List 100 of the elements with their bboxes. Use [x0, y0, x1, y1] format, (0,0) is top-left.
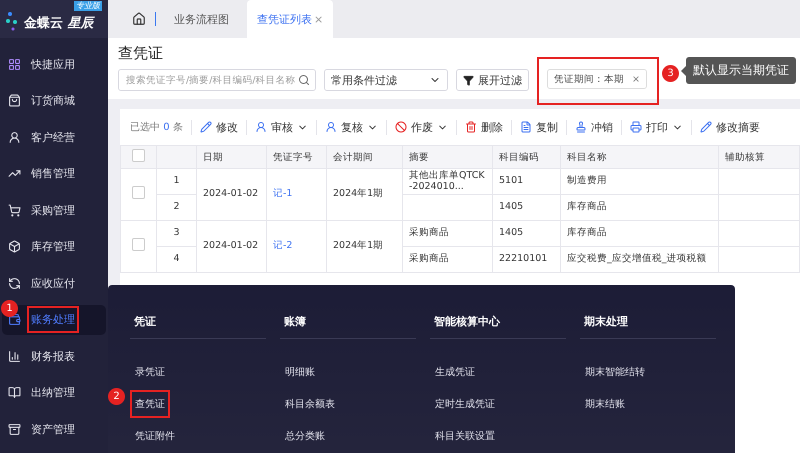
table-cell: 1 — [156, 168, 196, 194]
checkbox[interactable] — [132, 238, 145, 252]
menu-heading: 账簿 — [280, 310, 416, 339]
table-cell: 库存商品 — [560, 194, 718, 220]
user-icon — [324, 121, 337, 133]
cycle-icon — [8, 276, 21, 290]
brand-name: 金蝶云 星辰 — [24, 15, 94, 32]
column-header: 凭证字号 — [266, 146, 326, 168]
document-icon — [520, 121, 532, 133]
menu-heading: 期末处理 — [580, 310, 716, 339]
cart-icon — [8, 204, 21, 217]
stamp-icon — [574, 121, 587, 133]
table-cell: 库存商品 — [560, 220, 718, 246]
book-icon — [8, 386, 21, 400]
toolbar-button[interactable]: 复核 — [316, 120, 386, 134]
column-header: 摘要 — [402, 146, 492, 168]
table-cell: 其他出库单QTCK-2024010... — [402, 168, 492, 194]
page-title: 查凭证 — [118, 44, 164, 63]
user-icon — [8, 130, 21, 144]
table-cell: 1405 — [492, 194, 560, 220]
menu-item[interactable]: 期末智能结转 — [580, 358, 650, 386]
menu-item[interactable]: 科目余额表 — [280, 390, 340, 418]
filter-icon — [463, 74, 474, 86]
checkbox[interactable] — [132, 149, 145, 162]
search-icon — [298, 74, 310, 86]
toolbar-button[interactable]: 审核 — [246, 120, 316, 134]
search-field[interactable]: 搜索凭证字号/摘要/科目编码/科目名称 — [118, 69, 316, 91]
bar-chart-icon — [8, 350, 21, 363]
table-cell: 22210101 — [492, 246, 560, 272]
home-icon — [132, 12, 146, 26]
sidebar-item[interactable]: 快捷应用 — [2, 49, 106, 80]
column-header: 会计期间 — [326, 146, 402, 168]
toolbar-button[interactable]: 修改摘要 — [690, 120, 768, 134]
menu-item[interactable]: 定时生成凭证 — [430, 390, 500, 418]
selection-count: 已选中 0 条 — [130, 120, 184, 134]
sidebar-item[interactable]: 库存管理 — [2, 232, 106, 262]
table-cell: 1405 — [492, 220, 560, 246]
menu-item[interactable]: 录凭证 — [130, 358, 170, 386]
sidebar-item[interactable]: 出纳管理 — [2, 378, 106, 408]
table-cell: 2024年1期 — [326, 168, 402, 220]
pencil-icon — [200, 121, 212, 133]
voucher-link[interactable]: 记-1 — [266, 168, 326, 220]
trash-icon — [464, 121, 477, 133]
sidebar-item[interactable]: 应收应付 — [2, 268, 106, 298]
toolbar-button[interactable]: 修改 — [190, 120, 246, 134]
table-cell: 5101 — [492, 168, 560, 194]
box-icon — [8, 240, 21, 254]
grid-icon — [8, 58, 21, 71]
close-icon[interactable]: × — [632, 74, 640, 84]
menu-heading: 凭证 — [130, 310, 266, 339]
column-header: 科目编码 — [492, 146, 560, 168]
table-cell: 2024-01-02 — [196, 168, 266, 220]
sidebar-item[interactable]: 客户经营 — [2, 122, 106, 152]
sidebar-item[interactable]: 财务报表 — [2, 341, 106, 372]
voucher-link[interactable]: 记-2 — [266, 220, 326, 272]
menu-item[interactable]: 明细账 — [280, 358, 320, 386]
sidebar-item[interactable]: 订货商城 — [2, 86, 106, 116]
expand-filter-button[interactable]: 展开过滤 — [456, 69, 529, 91]
toolbar-button[interactable]: 打印 — [620, 120, 691, 134]
tab[interactable]: 查凭证列表 × — [247, 0, 334, 38]
tab[interactable]: 业务流程图 — [164, 0, 239, 38]
sidebar-item[interactable]: 采购管理 — [2, 195, 106, 226]
menu-item[interactable]: 凭证附件 — [130, 422, 180, 450]
menu-item[interactable]: 期末结账 — [580, 390, 630, 418]
callout-number: 3 — [662, 65, 679, 82]
user-icon — [254, 121, 267, 133]
tooltip: 默认显示当期凭证 — [681, 57, 796, 84]
table-cell: 采购商品 — [402, 246, 492, 272]
sidebar-item[interactable]: 销售管理 — [2, 158, 106, 189]
toolbar-button[interactable]: 复制 — [510, 120, 566, 134]
column-header: 日期 — [196, 146, 266, 168]
toolbar-button[interactable]: 冲销 — [566, 120, 621, 134]
toolbar-button[interactable]: 作废 — [386, 120, 456, 134]
menu-item[interactable]: 总分类账 — [280, 422, 330, 450]
menu-item[interactable]: 生成凭证 — [430, 358, 480, 386]
menu-heading: 智能核算中心 — [430, 310, 566, 339]
archive-icon — [8, 422, 21, 436]
menu-item[interactable]: 科目关联设置 — [430, 422, 500, 450]
printer-icon — [630, 121, 642, 133]
table-cell: 3 — [156, 220, 196, 246]
edition-badge: 专业版 — [74, 1, 102, 11]
table-cell: 采购商品 — [402, 220, 492, 246]
pencil-icon — [700, 121, 712, 133]
ban-icon — [394, 121, 407, 133]
column-header: 辅助核算 — [718, 146, 800, 168]
checkbox[interactable] — [132, 186, 145, 200]
logo-icon — [6, 10, 20, 32]
table-cell: 制造费用 — [560, 168, 718, 194]
table-cell: 应交税费_应交增值税_进项税额 — [560, 246, 718, 272]
toolbar-button[interactable]: 删除 — [456, 120, 511, 134]
bag-icon — [8, 94, 21, 108]
wallet-icon — [8, 313, 21, 326]
callout-number: 2 — [108, 388, 125, 405]
table-cell: 2024年1期 — [326, 220, 402, 272]
column-header: 科目名称 — [560, 146, 718, 168]
table-cell: 2024-01-02 — [196, 220, 266, 272]
callout-number: 1 — [1, 300, 18, 316]
filter-select[interactable]: 常用条件过滤 — [324, 69, 448, 91]
filter-tag[interactable]: 凭证期间：本期 × — [547, 69, 647, 89]
sidebar-item[interactable]: 资产管理 — [2, 414, 106, 444]
